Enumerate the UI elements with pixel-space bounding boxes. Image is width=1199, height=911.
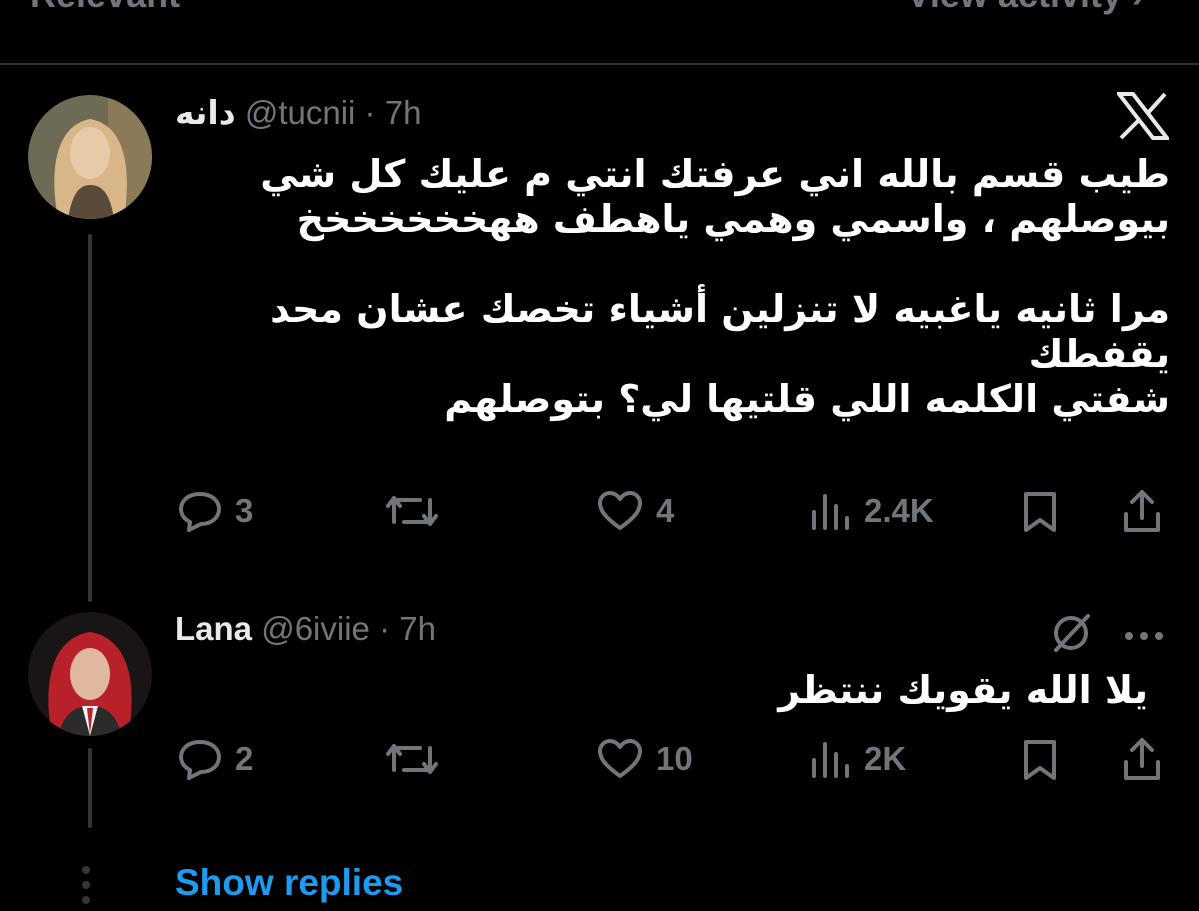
reply-button[interactable]: 2	[177, 738, 253, 780]
like-button[interactable]: 10	[596, 738, 693, 780]
reply-count: 2	[235, 740, 254, 777]
share-icon	[1124, 490, 1160, 532]
tweet-text: يلا الله يقويك ننتظر	[778, 668, 1148, 712]
bookmark-button[interactable]	[1020, 738, 1060, 782]
views-button[interactable]: 2.4K	[808, 490, 934, 532]
reply-icon	[179, 740, 221, 780]
share-icon	[1124, 738, 1160, 780]
tab-relevant[interactable]: Relevant	[30, 0, 180, 16]
divider	[0, 63, 1199, 65]
retweet-button[interactable]	[384, 738, 452, 780]
tweet-text: طيب قسم بالله اني عرفتك انتي م عليك كل ش…	[260, 152, 1170, 421]
view-activity-link[interactable]: View activity ›	[907, 0, 1144, 16]
user-handle[interactable]: @6iviie	[261, 610, 370, 647]
thread-line	[88, 234, 92, 602]
reply-icon	[179, 492, 221, 532]
heart-icon	[598, 739, 642, 778]
display-name[interactable]: دانه	[175, 94, 236, 131]
x-logo-icon[interactable]	[1114, 92, 1172, 145]
avatar[interactable]	[28, 612, 152, 736]
avatar[interactable]	[28, 95, 152, 219]
reply-count: 3	[235, 492, 254, 529]
show-replies-link[interactable]: Show replies	[175, 862, 403, 904]
display-name[interactable]: Lana	[175, 610, 252, 647]
tweet-meta: دانه @tucnii · 7h	[175, 93, 421, 132]
share-button[interactable]	[1120, 488, 1164, 534]
views-icon	[812, 742, 849, 778]
views-icon	[812, 494, 849, 530]
view-count: 2.4K	[864, 492, 934, 529]
view-count: 2K	[864, 740, 907, 777]
separator: ·	[379, 610, 391, 647]
more-dots-icon[interactable]	[1124, 628, 1168, 646]
bookmark-icon	[1024, 492, 1056, 532]
like-button[interactable]: 4	[596, 490, 674, 532]
bookmark-icon	[1024, 740, 1056, 780]
like-count: 4	[656, 492, 675, 529]
views-button[interactable]: 2K	[808, 738, 906, 780]
timestamp[interactable]: 7h	[385, 94, 422, 131]
retweet-icon	[386, 496, 438, 526]
share-button[interactable]	[1120, 736, 1164, 782]
reply-button[interactable]: 3	[177, 490, 253, 532]
grok-icon[interactable]	[1050, 612, 1092, 659]
retweet-icon	[386, 744, 438, 774]
tweet-meta: Lana @6iviie · 7h	[175, 610, 436, 648]
heart-icon	[598, 491, 642, 530]
timestamp[interactable]: 7h	[399, 610, 436, 647]
retweet-button[interactable]	[384, 490, 452, 532]
like-count: 10	[656, 740, 693, 777]
bookmark-button[interactable]	[1020, 490, 1060, 534]
separator: ·	[364, 94, 376, 131]
collapsed-thread-dots	[82, 866, 92, 911]
thread-line	[88, 748, 92, 828]
user-handle[interactable]: @tucnii	[245, 94, 356, 131]
